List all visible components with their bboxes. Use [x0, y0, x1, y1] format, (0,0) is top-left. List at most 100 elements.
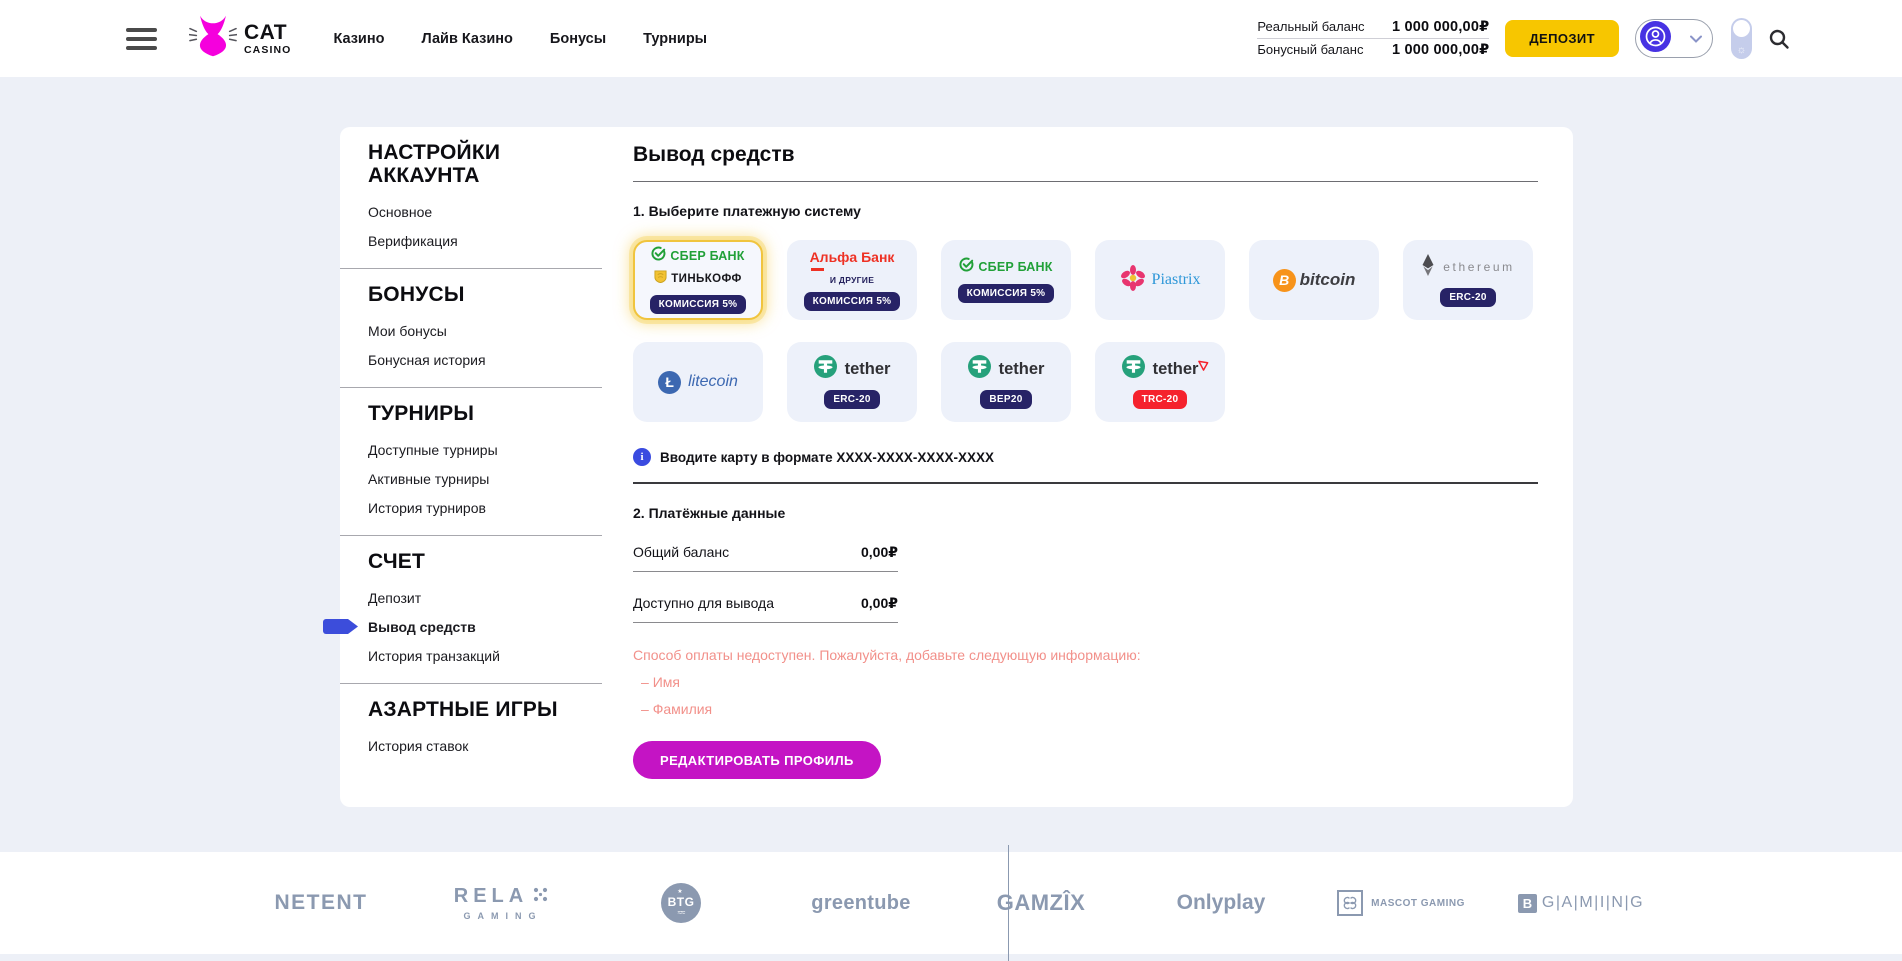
sidebar-item-active-tournaments[interactable]: Активные турниры: [368, 465, 602, 493]
commission-badge: КОМИССИЯ 5%: [650, 295, 747, 314]
relax-dots-icon: [533, 885, 548, 908]
sidebar-section-account: СЧЕТ Депозит Вывод средств История транз…: [368, 550, 602, 670]
sidebar-item-withdrawal[interactable]: Вывод средств: [368, 613, 602, 641]
commission-badge: КОМИССИЯ 5%: [804, 292, 901, 311]
payment-method-sberbank[interactable]: СБЕР БАНК КОМИССИЯ 5%: [941, 240, 1071, 320]
payment-method-tether-erc20[interactable]: tether ERC-20: [787, 342, 917, 422]
withdrawal-content: Вывод средств 1. Выберите платежную сист…: [633, 127, 1538, 779]
real-balance-label: Реальный баланс: [1257, 19, 1364, 34]
sidebar-item-bonus-history[interactable]: Бонусная история: [368, 346, 602, 374]
step2-label: 2. Платёжные данные: [633, 505, 1538, 521]
payment-method-bitcoin[interactable]: B bitcoin: [1249, 240, 1379, 320]
bonus-balance-row: Бонусный баланс 1 000 000,00₽: [1257, 39, 1489, 61]
sidebar-divider: [340, 683, 602, 684]
bonus-balance-value: 1 000 000,00₽: [1392, 42, 1489, 58]
sidebar-item-deposit[interactable]: Депозит: [368, 584, 602, 612]
nav-live-casino[interactable]: Лайв Казино: [421, 31, 512, 47]
info-icon: i: [633, 448, 651, 466]
tether-icon: [968, 355, 991, 383]
logo[interactable]: CAT CASINO: [189, 14, 291, 63]
payment-method-sberbank-tinkoff[interactable]: СБЕР БАНК ТИНЬКОФФ КОМИССИЯ 5%: [633, 240, 763, 320]
logo-title: CAT: [244, 22, 291, 43]
info-note-text: Вводите карту в формате XXXX-XXXX-XXXX-X…: [660, 450, 994, 465]
edit-profile-button[interactable]: РЕДАКТИРОВАТЬ ПРОФИЛЬ: [633, 741, 881, 779]
netent-bar-icon: [1008, 845, 1009, 961]
page-title: Вывод средств: [633, 143, 1538, 167]
tinkoff-label: ТИНЬКОФФ: [671, 273, 742, 285]
provider-bgaming: B G|A|M|I|N|G: [1491, 894, 1671, 913]
nav-tournaments[interactable]: Турниры: [643, 31, 707, 47]
payment-method-tether-trc20[interactable]: tether TRC-20: [1095, 342, 1225, 422]
ethereum-label: ethereum: [1443, 260, 1515, 274]
card-format-note: i Вводите карту в формате XXXX-XXXX-XXXX…: [633, 448, 1538, 466]
tether-label: tether: [1153, 360, 1199, 379]
sidebar-item-tournament-history[interactable]: История турниров: [368, 494, 602, 522]
missing-field-last-name: Фамилия: [641, 701, 1538, 717]
sidebar-divider: [340, 387, 602, 388]
available-balance-label: Доступно для вывода: [633, 595, 774, 611]
active-item-arrow-icon: [323, 619, 358, 637]
sidebar-item-bet-history[interactable]: История ставок: [368, 732, 602, 760]
deposit-button[interactable]: ДЕПОЗИТ: [1505, 20, 1619, 57]
network-badge: BEP20: [980, 390, 1031, 409]
bonus-balance-label: Бонусный баланс: [1257, 42, 1363, 57]
sberbank-icon: [651, 246, 666, 266]
sberbank-label: СБЕР БАНК: [670, 249, 744, 263]
bitcoin-label: bitcoin: [1300, 270, 1356, 290]
sidebar-item-my-bonuses[interactable]: Мои бонусы: [368, 317, 602, 345]
sidebar-section-bonuses: БОНУСЫ Мои бонусы Бонусная история: [368, 283, 602, 374]
provider-onlyplay: Onlyplay: [1131, 891, 1311, 915]
tinkoff-icon: [654, 270, 667, 288]
avatar-icon: [1640, 21, 1671, 57]
payment-unavailable-warning: Способ оплаты недоступен. Пожалуйста, до…: [633, 647, 1538, 663]
menu-icon[interactable]: [126, 28, 157, 50]
section-title: АЗАРТНЫЕ ИГРЫ: [368, 698, 602, 721]
network-badge: ERC-20: [824, 390, 879, 409]
theme-toggle[interactable]: ☼: [1731, 18, 1752, 59]
total-balance-row: Общий баланс 0,00₽: [633, 544, 898, 572]
sberbank-icon: [959, 257, 974, 277]
nav-bonuses[interactable]: Бонусы: [550, 31, 606, 47]
real-balance-row: Реальный баланс 1 000 000,00₽: [1257, 16, 1489, 38]
real-balance-value: 1 000 000,00₽: [1392, 19, 1489, 35]
sidebar-item-available-tournaments[interactable]: Доступные турниры: [368, 436, 602, 464]
sberbank-label: СБЕР БАНК: [978, 260, 1052, 274]
litecoin-label: litecoin: [688, 373, 738, 391]
alfabank-label: Альфа Банк: [810, 249, 895, 265]
sidebar-divider: [340, 268, 602, 269]
mascot-logo: MASCOT GAMING: [1371, 898, 1465, 909]
account-sidebar: НАСТРОЙКИ АККАУНТА Основное Верификация …: [340, 127, 602, 761]
payment-method-litecoin[interactable]: Ł litecoin: [633, 342, 763, 422]
bitcoin-icon: B: [1273, 269, 1296, 292]
payment-method-tether-bep20[interactable]: tether BEP20: [941, 342, 1071, 422]
step1-label: 1. Выберите платежную систему: [633, 203, 1538, 219]
header: CAT CASINO Казино Лайв Казино Бонусы Тур…: [0, 0, 1902, 77]
relax-logo: RELA: [454, 885, 528, 908]
sidebar-item-transaction-history[interactable]: История транзакций: [368, 642, 602, 670]
sun-icon: ☼: [1731, 44, 1752, 56]
relax-sub-label: GAMING: [463, 911, 542, 921]
sidebar-item-label: Вывод средств: [368, 619, 476, 635]
provider-mascot-gaming: MASCOT GAMING: [1311, 890, 1491, 916]
gamzix-logo: GAMZÎX: [997, 890, 1086, 916]
account-panel: НАСТРОЙКИ АККАУНТА Основное Верификация …: [340, 127, 1573, 807]
payment-method-piastrix[interactable]: Piastrix: [1095, 240, 1225, 320]
section-title: СЧЕТ: [368, 550, 602, 573]
payment-method-alfabank[interactable]: Альфа Банк И ДРУГИЕ КОМИССИЯ 5%: [787, 240, 917, 320]
nav-casino[interactable]: Казино: [333, 31, 384, 47]
section-title: ТУРНИРЫ: [368, 402, 602, 425]
netent-logo: NETENT: [275, 891, 368, 915]
onlyplay-logo: Onlyplay: [1177, 891, 1266, 915]
btg-wave-icon: ≈≈: [678, 909, 685, 917]
network-badge: ERC-20: [1440, 288, 1495, 307]
tron-icon: [1198, 358, 1209, 376]
profile-menu[interactable]: [1635, 19, 1713, 58]
divider: [633, 181, 1538, 182]
sidebar-item-verification[interactable]: Верификация: [368, 227, 602, 255]
sidebar-item-main[interactable]: Основное: [368, 198, 602, 226]
sidebar-section-tournaments: ТУРНИРЫ Доступные турниры Активные турни…: [368, 402, 602, 522]
payment-method-ethereum[interactable]: ethereum ERC-20: [1403, 240, 1533, 320]
tether-label: tether: [999, 360, 1045, 379]
piastrix-flower-icon: [1120, 265, 1146, 296]
search-icon[interactable]: [1768, 28, 1790, 50]
